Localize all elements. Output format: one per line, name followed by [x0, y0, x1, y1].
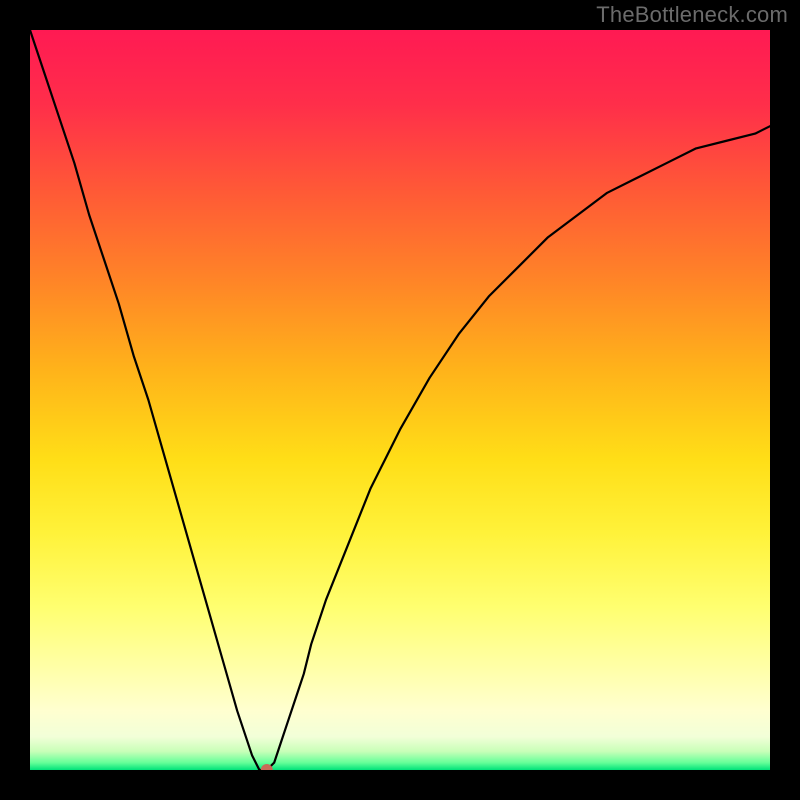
- plot-frame: [30, 30, 770, 770]
- plot-background: [30, 30, 770, 770]
- chart-page: TheBottleneck.com: [0, 0, 800, 800]
- bottleneck-chart: [30, 30, 770, 770]
- watermark-text: TheBottleneck.com: [596, 2, 788, 28]
